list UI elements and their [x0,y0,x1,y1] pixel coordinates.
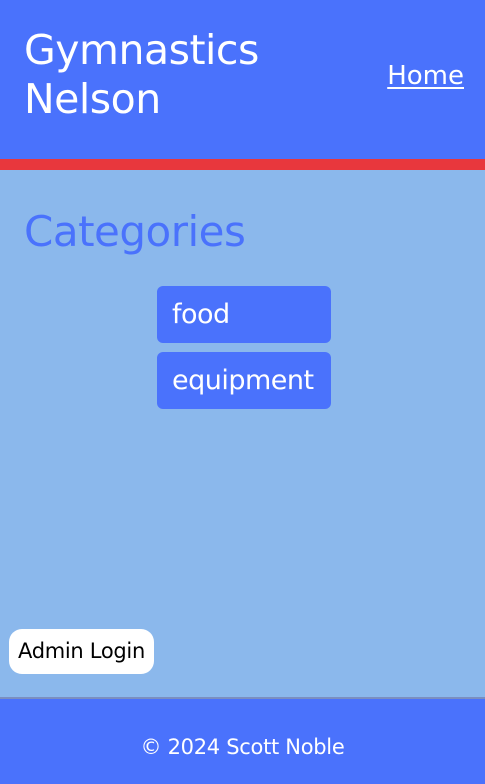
categories-heading: Categories [24,207,246,256]
category-list: food equipment [157,286,331,418]
site-header: Gymnastics Nelson Home [0,0,485,159]
copyright-text: © 2024 Scott Noble [140,735,345,759]
admin-login-button[interactable]: Admin Login [9,629,154,674]
category-button-equipment[interactable]: equipment [157,352,331,409]
category-button-food[interactable]: food [157,286,331,343]
site-title: Gymnastics Nelson [24,26,259,123]
nav-home-link[interactable]: Home [387,58,464,94]
header-accent-stripe [0,159,485,170]
site-footer: © 2024 Scott Noble [0,699,485,784]
main-content: Categories food equipment Admin Login [0,170,485,697]
